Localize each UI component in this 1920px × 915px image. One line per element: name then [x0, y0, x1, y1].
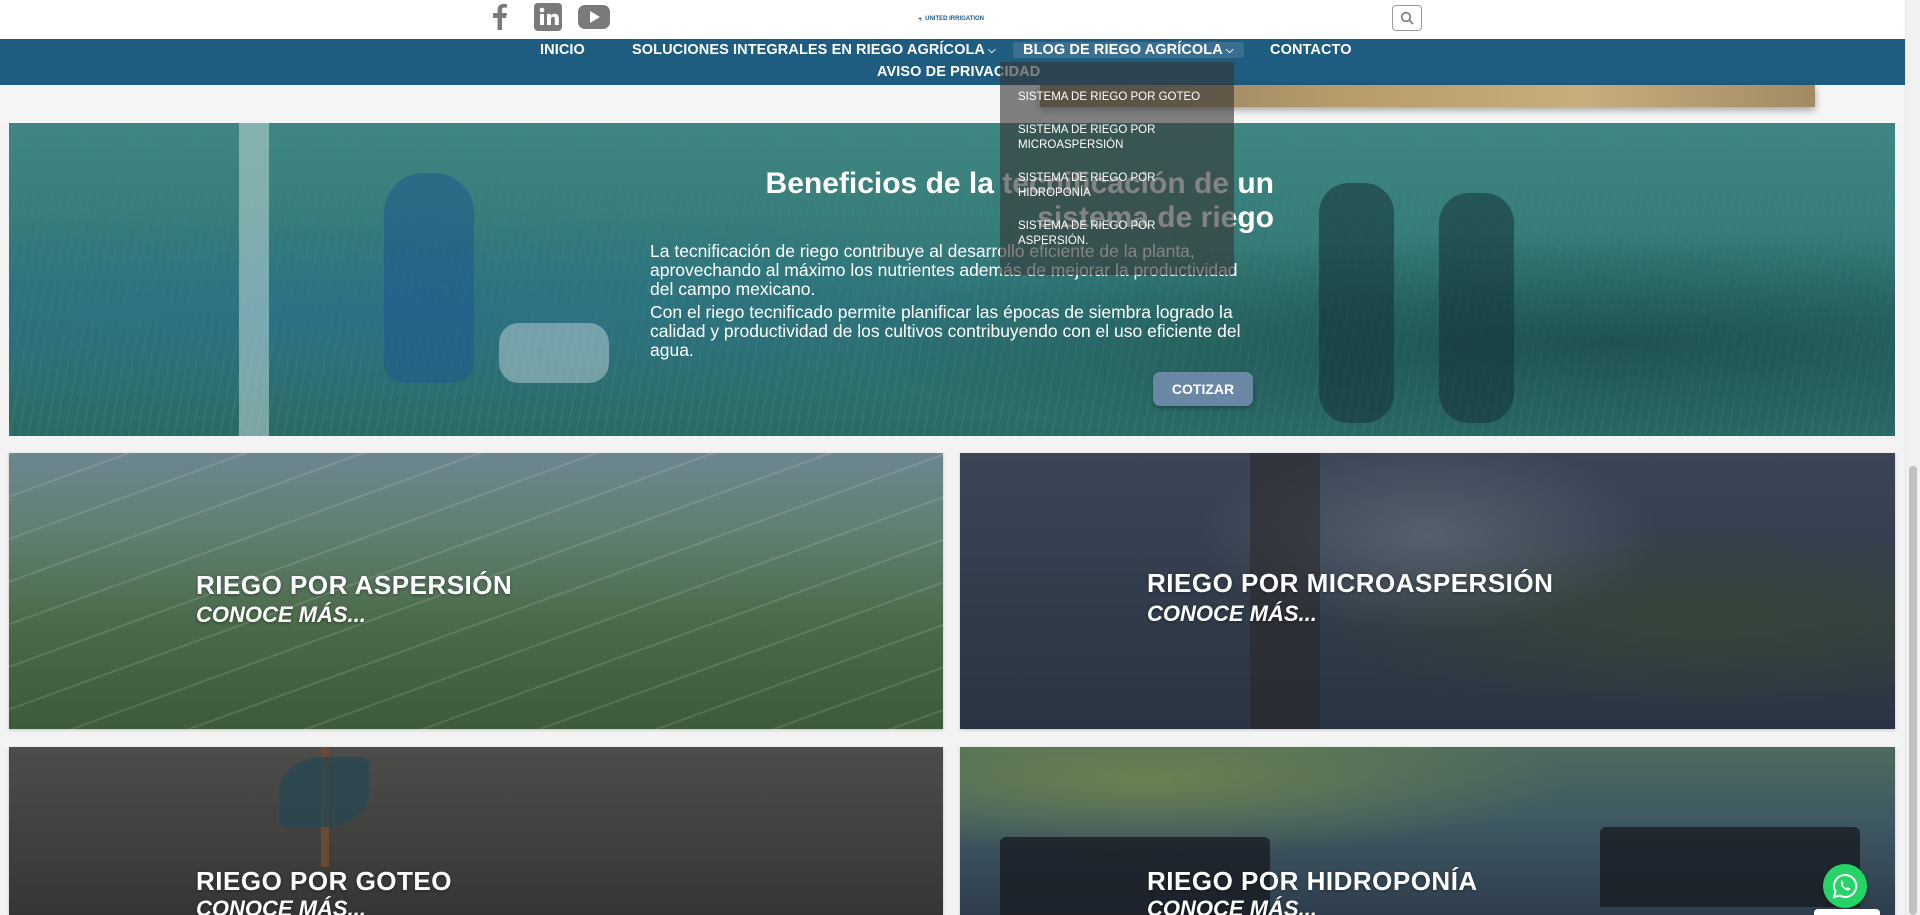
nav-item-soluciones[interactable]: SOLUCIONES INTEGRALES EN RIEGO AGRÍCOLA ⌵: [632, 42, 996, 58]
page-scrollbar[interactable]: [1905, 0, 1920, 915]
card-title: RIEGO POR ASPERSIÓN: [196, 570, 513, 600]
card-title: RIEGO POR MICROASPERSIÓN: [1147, 568, 1554, 598]
linkedin-icon[interactable]: [534, 3, 562, 31]
banner-paragraph: Con el riego tecnificado permite planifi…: [650, 302, 1241, 360]
nav-item-inicio[interactable]: INICIO: [540, 42, 585, 58]
bg-pipe: [239, 123, 269, 436]
site-logo[interactable]: UNITED IRRIGATION: [918, 4, 984, 34]
nav-item-blog[interactable]: BLOG DE RIEGO AGRÍCOLA ⌵: [1013, 42, 1244, 58]
whatsapp-icon: [1832, 873, 1858, 899]
logo-text: UNITED IRRIGATION: [925, 15, 984, 22]
card-aspersion[interactable]: RIEGO POR ASPERSIÓN CONOCE MÁS...: [9, 453, 943, 729]
card-cta-link[interactable]: CONOCE MÁS...: [196, 602, 366, 628]
youtube-icon[interactable]: [578, 5, 610, 29]
benefits-banner: Beneficios de la tecnificación de un sis…: [9, 123, 1895, 436]
whatsapp-button[interactable]: [1823, 864, 1867, 908]
cotizar-button[interactable]: COTIZAR: [1153, 372, 1253, 406]
bg-plant-leaf: [279, 757, 369, 827]
chat-widget-edge: [1814, 909, 1880, 915]
bg-filter: [1319, 183, 1394, 423]
chevron-down-icon: ⌵: [1225, 45, 1234, 56]
card-hidroponia[interactable]: RIEGO POR HIDROPONÍA CONOCE MÁS...: [960, 747, 1895, 915]
nav-item-contacto[interactable]: CONTACTO: [1270, 42, 1352, 58]
chevron-down-icon: ⌵: [988, 45, 996, 56]
nav-label: BLOG DE RIEGO AGRÍCOLA: [1023, 42, 1223, 58]
bg-pipe: [499, 323, 609, 383]
logo-mark-icon: [918, 16, 923, 22]
nav-label: CONTACTO: [1270, 42, 1352, 58]
nav-label: INICIO: [540, 42, 585, 58]
scrollbar-thumb[interactable]: [1909, 466, 1917, 915]
search-icon: [1400, 11, 1414, 25]
bg-pot: [1600, 827, 1860, 907]
bg-filter: [1439, 193, 1514, 423]
blog-dropdown-menu: SISTEMA DE RIEGO POR GOTEO SISTEMA DE RI…: [1000, 62, 1234, 275]
dropdown-item-aspersion[interactable]: SISTEMA DE RIEGO POR ASPERSIÓN.: [1018, 219, 1218, 248]
dropdown-item-microaspersion[interactable]: SISTEMA DE RIEGO POR MICROASPERSIÓN: [1018, 123, 1218, 152]
card-cta-link[interactable]: CONOCE MÁS...: [1147, 601, 1317, 627]
main-nav: INICIO SOLUCIONES INTEGRALES EN RIEGO AG…: [0, 39, 1905, 85]
dropdown-item-hidroponia[interactable]: SISTEMA DE RIEGO POR HIDROPONÍA: [1018, 171, 1218, 200]
card-title: RIEGO POR HIDROPONÍA: [1147, 866, 1478, 896]
top-bar: UNITED IRRIGATION: [0, 0, 1905, 39]
card-microaspersion[interactable]: RIEGO POR MICROASPERSIÓN CONOCE MÁS...: [960, 453, 1895, 729]
dropdown-item-goteo[interactable]: SISTEMA DE RIEGO POR GOTEO: [1018, 90, 1218, 105]
card-cta-link[interactable]: CONOCE MÁS...: [196, 896, 366, 915]
facebook-icon[interactable]: [484, 2, 516, 32]
search-button[interactable]: [1392, 5, 1422, 31]
card-cta-link[interactable]: CONOCE MÁS...: [1147, 896, 1317, 915]
card-title: RIEGO POR GOTEO: [196, 866, 452, 896]
nav-label: SOLUCIONES INTEGRALES EN RIEGO AGRÍCOLA: [632, 42, 985, 58]
bg-filter: [384, 173, 474, 383]
card-goteo[interactable]: RIEGO POR GOTEO CONOCE MÁS...: [9, 747, 943, 915]
